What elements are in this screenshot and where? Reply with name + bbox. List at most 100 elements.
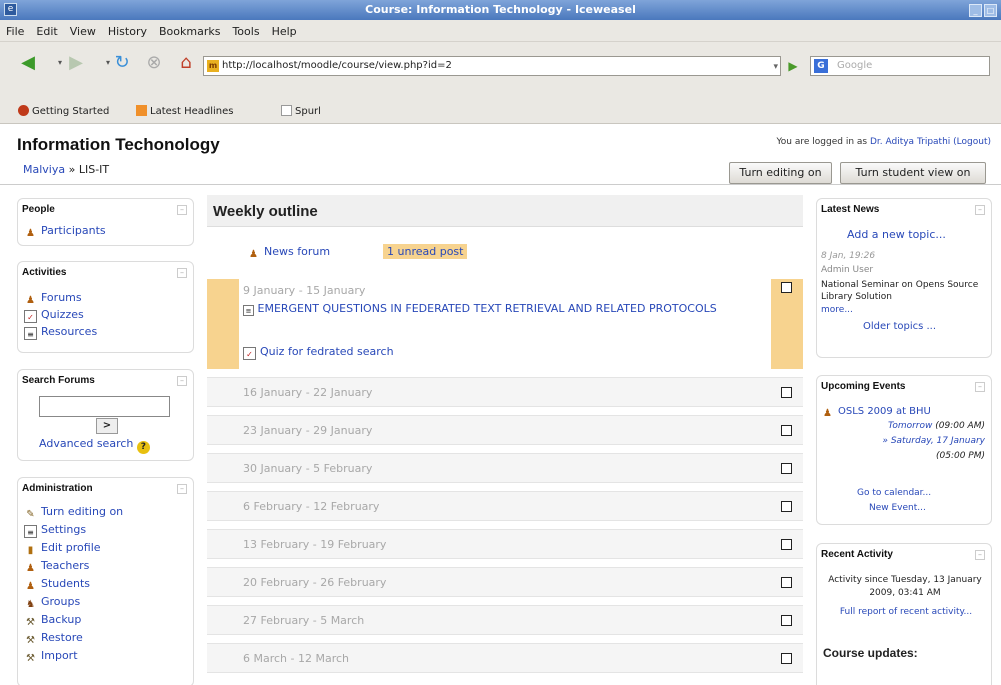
forum-search-input[interactable] bbox=[39, 396, 170, 417]
menu-history[interactable]: History bbox=[102, 20, 153, 38]
full-report-link[interactable]: Full report of recent activity... bbox=[831, 606, 981, 618]
help-icon: ? bbox=[136, 441, 150, 454]
google-engine-icon[interactable]: G bbox=[814, 59, 828, 73]
menu-file[interactable]: File bbox=[0, 20, 30, 38]
turn-student-view-on-button[interactable]: Turn student view on bbox=[840, 162, 986, 184]
group-event-icon: ♟ bbox=[823, 408, 832, 419]
week-highlight-checkbox-icon[interactable] bbox=[781, 425, 792, 436]
menu-edit[interactable]: Edit bbox=[30, 20, 63, 38]
resources-link[interactable]: ≡ Resources bbox=[24, 325, 97, 340]
resource-page-icon: ≡ bbox=[24, 327, 37, 340]
backup-icon: ⚒ bbox=[26, 617, 35, 628]
window-title: Course: Information Technology - Iceweas… bbox=[365, 3, 636, 16]
block-hide-icon[interactable]: – bbox=[177, 376, 187, 386]
bookmark-latest-headlines[interactable]: Latest Headlines bbox=[136, 105, 234, 117]
unread-post-link[interactable]: 1 unread post bbox=[383, 244, 468, 259]
week-highlight-checkbox-icon[interactable] bbox=[781, 463, 792, 474]
block-hide-icon[interactable]: – bbox=[177, 205, 187, 215]
admin-restore[interactable]: ⚒ Restore bbox=[24, 631, 83, 647]
block-hide-icon[interactable]: – bbox=[975, 382, 985, 392]
news-more-link[interactable]: more... bbox=[821, 305, 853, 315]
reload-icon[interactable]: ↻ bbox=[108, 52, 136, 74]
bookmark-spurl[interactable]: Spurl bbox=[281, 105, 321, 117]
address-bar[interactable]: m http://localhost/moodle/course/view.ph… bbox=[203, 56, 781, 76]
search-bar[interactable]: G Google bbox=[810, 56, 990, 76]
block-hide-icon[interactable]: – bbox=[975, 550, 985, 560]
menu-bookmarks[interactable]: Bookmarks bbox=[153, 20, 226, 38]
event-time-2: (05:00 PM) bbox=[935, 451, 985, 461]
go-to-calendar-link[interactable]: Go to calendar... bbox=[857, 488, 931, 498]
news-author: Admin User bbox=[821, 265, 874, 275]
activities-block-title: Activities bbox=[22, 267, 67, 278]
week-highlight-checkbox-icon[interactable] bbox=[781, 653, 792, 664]
home-icon[interactable]: ⌂ bbox=[172, 52, 200, 74]
turn-editing-on-button[interactable]: Turn editing on bbox=[729, 162, 832, 184]
federated-text-retrieval-resource[interactable]: ≡ EMERGENT QUESTIONS IN FEDERATED TEXT R… bbox=[243, 302, 767, 316]
minimize-icon[interactable]: _ bbox=[969, 4, 982, 17]
week-section: 30 January - 5 February bbox=[207, 453, 803, 483]
news-section: ♟ News forum 1 unread post bbox=[207, 237, 803, 269]
admin-turn-editing-on[interactable]: ✎ Turn editing on bbox=[24, 505, 123, 521]
week-highlight-checkbox-icon[interactable] bbox=[781, 282, 792, 293]
resource-page-icon: ≡ bbox=[243, 305, 254, 316]
profile-icon: ▮ bbox=[27, 545, 34, 556]
groups-icon: ♞ bbox=[26, 599, 35, 610]
week-section: 27 February - 5 March bbox=[207, 605, 803, 635]
block-hide-icon[interactable]: – bbox=[975, 205, 985, 215]
forward-arrow-icon[interactable]: ▶ bbox=[62, 52, 90, 74]
recent-activity-title: Recent Activity bbox=[821, 549, 893, 560]
forums-link[interactable]: ♟ Forums bbox=[24, 291, 82, 307]
quizzes-link[interactable]: ✓ Quizzes bbox=[24, 308, 84, 323]
event-link[interactable]: ♟ OSLS 2009 at BHU bbox=[821, 406, 931, 420]
week-highlight-checkbox-icon[interactable] bbox=[781, 501, 792, 512]
week-highlight-checkbox-icon[interactable] bbox=[781, 577, 792, 588]
search-placeholder: Google bbox=[837, 60, 873, 71]
site-favicon-icon: m bbox=[207, 60, 219, 72]
block-hide-icon[interactable]: – bbox=[177, 268, 187, 278]
activities-block: Activities – ♟ Forums ✓ Quizzes ≡ Resources bbox=[17, 261, 194, 353]
admin-groups[interactable]: ♞ Groups bbox=[24, 595, 80, 611]
menu-view[interactable]: View bbox=[64, 20, 102, 38]
forum-icon: ♟ bbox=[249, 249, 258, 260]
admin-backup[interactable]: ⚒ Backup bbox=[24, 613, 81, 629]
logout-link[interactable]: (Logout) bbox=[953, 137, 991, 147]
go-arrow-icon[interactable]: ▶ bbox=[783, 56, 803, 76]
week-section: 23 January - 29 January bbox=[207, 415, 803, 445]
week-section: 20 February - 26 February bbox=[207, 567, 803, 597]
block-hide-icon[interactable]: – bbox=[177, 484, 187, 494]
participants-link[interactable]: ♟ Participants bbox=[24, 224, 106, 240]
admin-settings[interactable]: ≡ Settings bbox=[24, 523, 86, 538]
add-new-topic-link[interactable]: Add a new topic... bbox=[847, 228, 946, 241]
news-forum-link[interactable]: ♟ News forum bbox=[247, 245, 330, 261]
bookmark-getting-started[interactable]: Getting Started bbox=[18, 105, 109, 117]
older-topics-link[interactable]: Older topics ... bbox=[863, 321, 936, 332]
admin-edit-profile[interactable]: ▮ Edit profile bbox=[24, 541, 101, 557]
maximize-icon[interactable]: □ bbox=[984, 4, 997, 17]
quiz-icon: ✓ bbox=[243, 347, 256, 360]
user-link[interactable]: Dr. Aditya Tripathi bbox=[870, 137, 950, 147]
admin-students[interactable]: ♟ Students bbox=[24, 577, 90, 593]
week-highlight-checkbox-icon[interactable] bbox=[781, 387, 792, 398]
rss-feed-icon bbox=[136, 105, 147, 116]
breadcrumb-home-link[interactable]: Malviya bbox=[23, 163, 65, 176]
week-highlight-checkbox-icon[interactable] bbox=[781, 539, 792, 550]
admin-import[interactable]: ⚒ Import bbox=[24, 649, 78, 665]
forum-search-go-button[interactable]: > bbox=[96, 418, 118, 434]
menu-tools[interactable]: Tools bbox=[226, 20, 265, 38]
menu-help[interactable]: Help bbox=[266, 20, 303, 38]
new-event-link[interactable]: New Event... bbox=[869, 503, 926, 513]
event-date-2[interactable]: » Saturday, 17 January bbox=[882, 436, 985, 446]
admin-teachers[interactable]: ♟ Teachers bbox=[24, 559, 89, 575]
week-section: 6 February - 12 February bbox=[207, 491, 803, 521]
edit-pencil-icon: ✎ bbox=[26, 509, 35, 520]
breadcrumb: Malviya » LIS-IT Turn editing on Turn st… bbox=[0, 155, 1001, 185]
quiz-federated-search-link[interactable]: ✓ Quiz for fedrated search bbox=[243, 345, 394, 360]
import-icon: ⚒ bbox=[26, 653, 35, 664]
course-title: Information Techonology bbox=[17, 135, 220, 154]
week-highlight-checkbox-icon[interactable] bbox=[781, 615, 792, 626]
stop-icon[interactable]: ⊗ bbox=[140, 52, 168, 74]
advanced-search-link[interactable]: Advanced search ? bbox=[39, 437, 154, 454]
back-arrow-icon[interactable]: ◀ bbox=[14, 52, 42, 74]
administration-title: Administration bbox=[22, 483, 93, 494]
url-dropdown-icon[interactable]: ▾ bbox=[773, 58, 778, 76]
